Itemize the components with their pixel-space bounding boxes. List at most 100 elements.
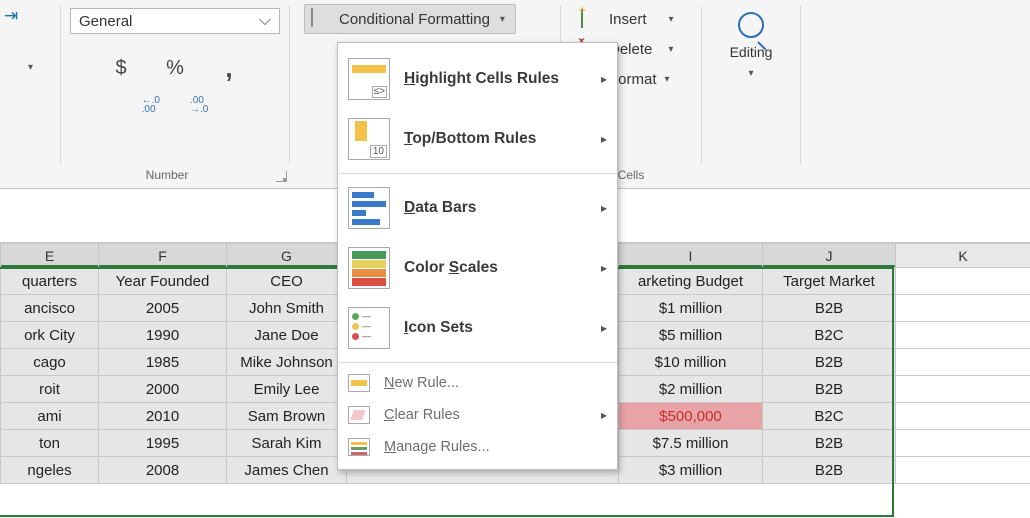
cell[interactable]: 2005: [99, 295, 227, 322]
dropdown-caret-icon: ▾: [669, 14, 674, 25]
group-label-number: Number: [61, 168, 273, 182]
dropdown-caret-icon: ▾: [668, 44, 673, 55]
cell[interactable]: $500,000: [619, 403, 763, 430]
menu-data-bars[interactable]: Data Bars ▸: [338, 178, 617, 238]
col-header-F[interactable]: F: [99, 244, 227, 268]
submenu-arrow-icon: ▸: [601, 201, 607, 215]
cell[interactable]: [896, 295, 1030, 322]
cell[interactable]: Mike Johnson: [227, 349, 347, 376]
cell[interactable]: [896, 322, 1030, 349]
cell[interactable]: CEO: [227, 268, 347, 295]
cell[interactable]: ami: [1, 403, 99, 430]
cell[interactable]: Jane Doe: [227, 322, 347, 349]
menu-clear-rules[interactable]: Clear Rules ▸: [338, 399, 617, 431]
partial-button-icon[interactable]: ⇥: [0, 4, 22, 28]
cell[interactable]: [896, 403, 1030, 430]
col-header-J[interactable]: J: [763, 244, 896, 268]
cell[interactable]: B2C: [763, 403, 896, 430]
cell[interactable]: Emily Lee: [227, 376, 347, 403]
dropdown-caret-icon: ▾: [665, 74, 670, 85]
cell[interactable]: ork City: [1, 322, 99, 349]
cell[interactable]: [896, 457, 1030, 484]
cell[interactable]: ancisco: [1, 295, 99, 322]
conditional-formatting-button[interactable]: Conditional Formatting ▾: [304, 4, 516, 34]
cell[interactable]: [896, 268, 1030, 295]
cell[interactable]: $3 million: [619, 457, 763, 484]
cell[interactable]: arketing Budget: [619, 268, 763, 295]
cell[interactable]: Target Market: [763, 268, 896, 295]
icon-sets-icon: ———: [348, 307, 390, 349]
cell[interactable]: roit: [1, 376, 99, 403]
chevron-down-icon: ⌵: [259, 12, 271, 30]
cell[interactable]: 1995: [99, 430, 227, 457]
cell[interactable]: 1985: [99, 349, 227, 376]
cell[interactable]: $7.5 million: [619, 430, 763, 457]
editing-group: Editing ▾: [702, 0, 800, 188]
col-header-E[interactable]: E: [1, 244, 99, 268]
cell[interactable]: B2C: [763, 322, 896, 349]
cell[interactable]: James Chen: [227, 457, 347, 484]
number-group: General ⌵ $ % , ←.0 .00 .00 →.0 Number: [61, 0, 289, 188]
cell[interactable]: [896, 349, 1030, 376]
cell[interactable]: 2010: [99, 403, 227, 430]
cell[interactable]: $1 million: [619, 295, 763, 322]
currency-button[interactable]: $: [107, 56, 135, 80]
cell[interactable]: B2B: [763, 430, 896, 457]
dropdown-caret-icon[interactable]: ▾: [28, 62, 33, 73]
cell[interactable]: B2B: [763, 349, 896, 376]
dialog-launcher-icon[interactable]: [276, 171, 287, 182]
conditional-formatting-icon: [311, 9, 331, 29]
menu-manage-rules[interactable]: Manage Rules...: [338, 431, 617, 463]
menu-top-bottom-rules[interactable]: Top/Bottom Rules ▸: [338, 109, 617, 169]
cell[interactable]: Year Founded: [99, 268, 227, 295]
cell[interactable]: $5 million: [619, 322, 763, 349]
percent-button[interactable]: %: [161, 56, 189, 80]
top-bottom-icon: [348, 118, 390, 160]
cell[interactable]: ngeles: [1, 457, 99, 484]
col-header-I[interactable]: I: [619, 244, 763, 268]
menu-label: cales: [459, 259, 498, 276]
menu-color-scales[interactable]: Color Scales ▸: [338, 238, 617, 298]
cell[interactable]: [896, 430, 1030, 457]
dropdown-caret-icon: ▾: [500, 14, 505, 25]
col-header-K[interactable]: K: [896, 244, 1030, 268]
menu-label: con Sets: [408, 319, 473, 336]
cell[interactable]: cago: [1, 349, 99, 376]
partial-button-icon-2[interactable]: [0, 60, 22, 84]
comma-button[interactable]: ,: [215, 56, 243, 80]
cell[interactable]: Sarah Kim: [227, 430, 347, 457]
menu-highlight-cells-rules[interactable]: Highlight Cells Rules ▸: [338, 49, 617, 109]
cell[interactable]: Sam Brown: [227, 403, 347, 430]
cell[interactable]: 2008: [99, 457, 227, 484]
menu-icon-sets[interactable]: ——— Icon Sets ▸: [338, 298, 617, 358]
decrease-decimal-button[interactable]: .00 →.0: [190, 96, 208, 114]
cell[interactable]: ton: [1, 430, 99, 457]
dropdown-caret-icon: ▾: [748, 68, 753, 79]
clear-rules-icon: [348, 406, 370, 424]
menu-new-rule[interactable]: New Rule...: [338, 367, 617, 399]
conditional-formatting-label: Conditional Formatting: [339, 11, 490, 28]
cell[interactable]: [896, 376, 1030, 403]
manage-rules-icon: [348, 438, 370, 456]
increase-decimal-button[interactable]: ←.0 .00: [142, 96, 160, 114]
cell[interactable]: quarters: [1, 268, 99, 295]
cell[interactable]: 2000: [99, 376, 227, 403]
submenu-arrow-icon: ▸: [601, 261, 607, 275]
editing-button[interactable]: Editing ▾: [721, 12, 781, 79]
cell[interactable]: $10 million: [619, 349, 763, 376]
menu-label: ew Rule...: [394, 375, 458, 391]
cell[interactable]: $2 million: [619, 376, 763, 403]
col-header-G[interactable]: G: [227, 244, 347, 268]
cell[interactable]: B2B: [763, 457, 896, 484]
cell[interactable]: B2B: [763, 376, 896, 403]
cell[interactable]: 1990: [99, 322, 227, 349]
new-rule-icon: [348, 374, 370, 392]
insert-button[interactable]: + Insert ▾: [581, 4, 674, 34]
submenu-arrow-icon: ▸: [601, 72, 607, 86]
group-divider: [800, 6, 801, 164]
cell[interactable]: B2B: [763, 295, 896, 322]
number-format-select[interactable]: General ⌵: [70, 8, 280, 34]
menu-label: op/Bottom Rules: [412, 130, 536, 147]
data-bars-icon: [348, 187, 390, 229]
cell[interactable]: John Smith: [227, 295, 347, 322]
